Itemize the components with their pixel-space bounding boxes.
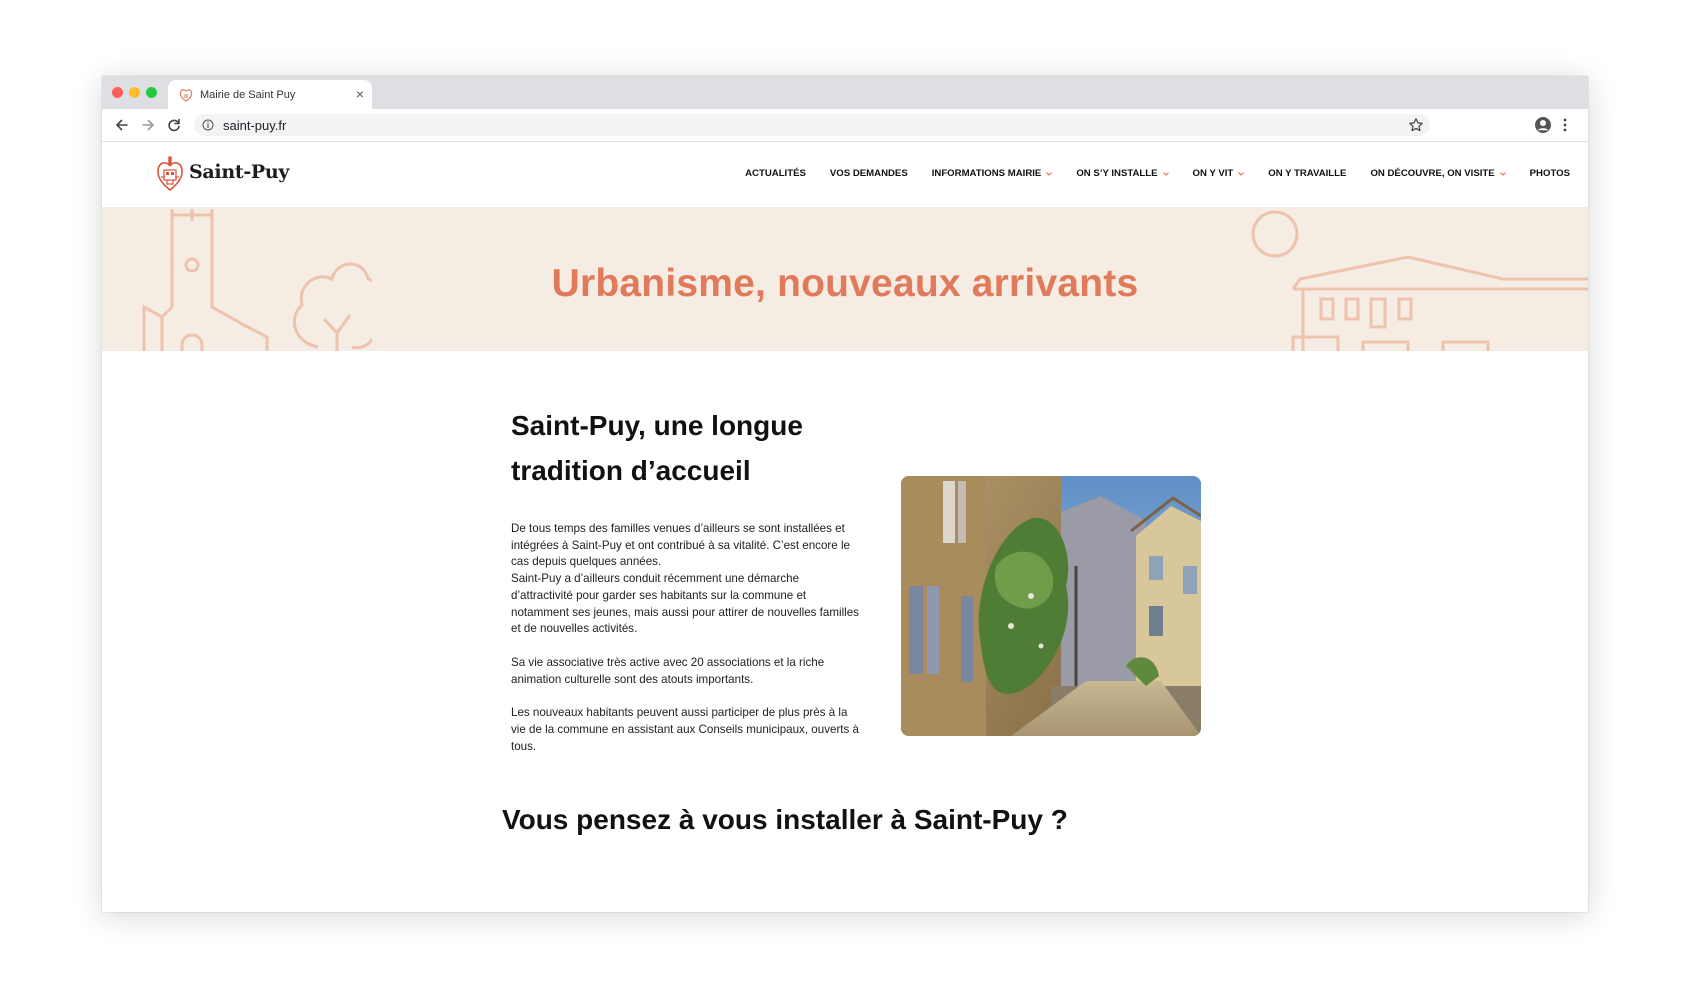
minimize-window-button[interactable] — [129, 87, 140, 98]
chevron-down-icon — [1162, 171, 1169, 176]
intro-paragraph: Les nouveaux habitants peuvent aussi par… — [511, 706, 859, 753]
page-title: Urbanisme, nouveaux arrivants — [551, 262, 1139, 305]
info-icon[interactable] — [202, 119, 214, 131]
main-navigation: ACTUALITÉS VOS DEMANDES INFORMATIONS MAIRI… — [721, 168, 1570, 179]
nav-item-vos-demandes[interactable]: VOS DEMANDES — [830, 168, 908, 179]
intro-text: De tous temps des familles venues d’aill… — [511, 521, 859, 772]
chevron-down-icon — [1046, 171, 1053, 176]
nav-item-on-decouvre-on-visite[interactable]: ON DÉCOUVRE, ON VISITE — [1370, 168, 1506, 179]
village-street-photo — [901, 476, 1201, 736]
profile-icon[interactable] — [1534, 116, 1552, 134]
star-icon[interactable] — [1408, 117, 1424, 133]
browser-toolbar: saint-puy.fr — [102, 109, 1588, 142]
browser-tab[interactable]: Mairie de Saint Puy × — [168, 80, 372, 109]
nav-item-on-s-y-installe[interactable]: ON S’Y INSTALLE — [1076, 168, 1169, 179]
nav-item-label: VOS DEMANDES — [829, 168, 908, 179]
forward-arrow-icon[interactable] — [138, 115, 158, 135]
back-arrow-icon[interactable] — [112, 115, 132, 135]
intro-paragraph: Sa vie associative très active avec 20 a… — [511, 655, 825, 686]
nav-item-on-y-vit[interactable]: ON Y VIT — [1193, 168, 1245, 179]
favicon-icon — [179, 89, 193, 102]
tab-title: Mairie de Saint Puy — [200, 89, 296, 101]
intro-paragraph: De tous temps des familles venues d’aill… — [511, 522, 859, 636]
nav-item-label: ACTUALITÉS — [745, 168, 806, 179]
kebab-menu-icon[interactable] — [1562, 116, 1568, 134]
close-window-button[interactable] — [112, 87, 123, 98]
chevron-down-icon — [1499, 171, 1506, 176]
nav-item-actualites[interactable]: ACTUALITÉS — [745, 168, 806, 179]
chevron-down-icon — [1238, 171, 1245, 176]
nav-item-label: INFORMATIONS MAIRIE — [931, 168, 1042, 179]
nav-item-informations-mairie[interactable]: INFORMATIONS MAIRIE — [932, 168, 1053, 179]
nav-item-photos[interactable]: PHOTOS — [1530, 168, 1570, 179]
main-content: Saint-Puy, une longue tradition d’accuei… — [102, 351, 1588, 912]
nav-item-on-y-travaille[interactable]: ON Y TRAVAILLE — [1268, 168, 1346, 179]
maximize-window-button[interactable] — [146, 87, 157, 98]
nav-item-label: ON Y VIT — [1192, 168, 1234, 179]
logo-text: Saint-Puy — [189, 161, 290, 183]
site-header: Saint-Puy ACTUALITÉS VOS DEMANDES INFORMAT… — [102, 142, 1588, 207]
nav-item-label: PHOTOS — [1529, 168, 1570, 179]
nav-item-label: ON S’Y INSTALLE — [1076, 168, 1158, 179]
address-bar[interactable]: saint-puy.fr — [194, 114, 1430, 136]
section-heading: Vous pensez à vous installer à Saint-Puy… — [502, 804, 1068, 835]
close-icon[interactable]: × — [356, 84, 364, 104]
intro-heading: Saint-Puy, une longue tradition d’accuei… — [511, 410, 803, 486]
village-street-illustration — [901, 476, 1201, 736]
nav-item-label: ON DÉCOUVRE, ON VISITE — [1370, 168, 1495, 179]
tab-bar: Mairie de Saint Puy × — [102, 76, 1588, 109]
nav-item-label: ON Y TRAVAILLE — [1268, 168, 1347, 179]
url-text[interactable]: saint-puy.fr — [223, 118, 286, 133]
browser-window: Mairie de Saint Puy × saint-puy.fr Saint… — [102, 76, 1588, 912]
hero-banner: Urbanisme, nouveaux arrivants — [102, 207, 1588, 351]
logo-heart-icon — [157, 156, 183, 192]
reload-icon[interactable] — [164, 115, 184, 135]
